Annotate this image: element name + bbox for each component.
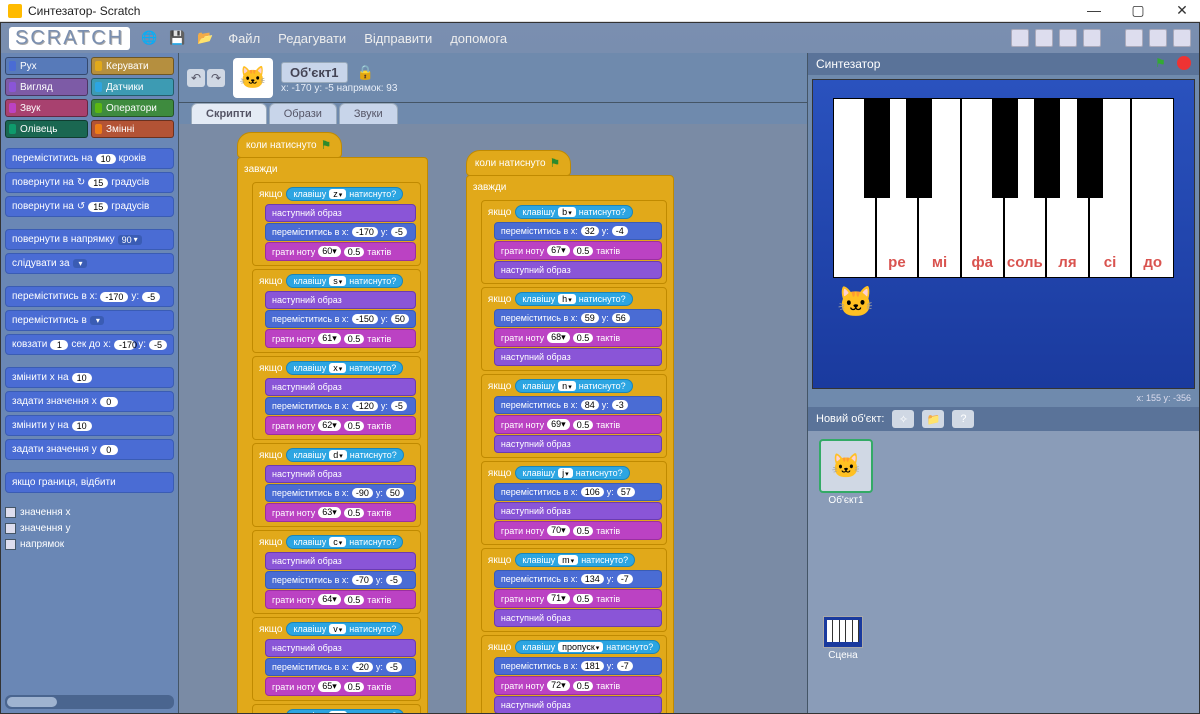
palette-scrollbar[interactable] <box>5 695 174 709</box>
redo-button[interactable]: ↷ <box>207 69 225 87</box>
app-icon <box>8 4 22 18</box>
block-change-y[interactable]: змінити y на10 <box>5 415 174 436</box>
cat-motion[interactable]: Рух <box>5 57 88 75</box>
block-glide[interactable]: ковзати1сек до x:-170y:-5 <box>5 334 174 355</box>
surprise-sprite-button[interactable]: ? <box>952 410 974 428</box>
block-change-x[interactable]: змінити x на10 <box>5 367 174 388</box>
lock-icon[interactable]: 🔒 <box>357 64 374 80</box>
reporter-dir[interactable]: напрямок <box>5 539 174 550</box>
cat-sound[interactable]: Звук <box>5 99 88 117</box>
cat-control[interactable]: Керувати <box>91 57 174 75</box>
block-follow[interactable]: слідувати за <box>5 253 174 274</box>
cat-operators[interactable]: Оператори <box>91 99 174 117</box>
save-icon[interactable]: 💾 <box>168 29 186 47</box>
block-goto-xy[interactable]: переміститись в x:-170y:-5 <box>5 286 174 307</box>
maximize-button[interactable]: ▢ <box>1128 2 1148 19</box>
view-large[interactable] <box>1173 29 1191 47</box>
block-set-x[interactable]: задати значення x0 <box>5 391 174 412</box>
script-stack-right[interactable]: коли натиснуто ⚑завждиякщо клавішу b нат… <box>466 150 674 705</box>
tool-1[interactable] <box>1011 29 1029 47</box>
new-object-label: Новий об'єкт: <box>816 413 884 425</box>
reporter-x[interactable]: значення x <box>5 507 174 518</box>
tool-2[interactable] <box>1035 29 1053 47</box>
globe-icon[interactable]: 🌐 <box>140 29 158 47</box>
view-medium[interactable] <box>1149 29 1167 47</box>
paint-sprite-button[interactable]: ✧ <box>892 410 914 428</box>
open-icon[interactable]: 📂 <box>196 29 214 47</box>
block-move[interactable]: переміститись на10кроків <box>5 148 174 169</box>
scene-item[interactable]: Сцена <box>816 616 870 661</box>
tab-scripts[interactable]: Скрипти <box>191 103 267 124</box>
view-small[interactable] <box>1125 29 1143 47</box>
block-bounce[interactable]: якщо границя, відбити <box>5 472 174 493</box>
mouse-coords: x: 155 y: -356 <box>808 393 1199 407</box>
tool-4[interactable] <box>1083 29 1101 47</box>
block-palette: переміститись на10кроків повернути на↻15… <box>5 148 174 709</box>
cat-sensing[interactable]: Датчики <box>91 78 174 96</box>
cat-sprite[interactable]: 🐱 <box>837 285 874 320</box>
scripts-area[interactable]: коли натиснуто ⚑завждиякщо клавішу z нат… <box>179 124 807 713</box>
block-point[interactable]: повернути в напрямку90 <box>5 229 174 250</box>
cat-pen[interactable]: Олівець <box>5 120 88 138</box>
sprite-name[interactable]: Об'єкт1 <box>281 62 348 83</box>
close-button[interactable]: ✕ <box>1172 2 1192 19</box>
cat-variables[interactable]: Змінні <box>91 120 174 138</box>
undo-button[interactable]: ↶ <box>187 69 205 87</box>
stage-title: Синтезатор <box>816 57 880 71</box>
sprite-info: x: -170 y: -5 напрямок: 93 <box>281 83 397 94</box>
script-stack-left[interactable]: коли натиснуто ⚑завждиякщо клавішу z нат… <box>237 132 428 705</box>
block-goto[interactable]: переміститись в <box>5 310 174 331</box>
tool-3[interactable] <box>1059 29 1077 47</box>
choose-sprite-button[interactable]: 📁 <box>922 410 944 428</box>
reporter-y[interactable]: значення y <box>5 523 174 534</box>
tab-costumes[interactable]: Образи <box>269 103 337 124</box>
block-set-y[interactable]: задати значення y0 <box>5 439 174 460</box>
menu-edit[interactable]: Редагувати <box>274 29 350 48</box>
menu-file[interactable]: Файл <box>224 29 264 48</box>
sprite-list: 🐱 Об'єкт1 Сцена <box>808 431 1199 713</box>
window-title: Синтезатор- Scratch <box>28 4 140 18</box>
cat-looks[interactable]: Вигляд <box>5 78 88 96</box>
menu-help[interactable]: допомога <box>446 29 511 48</box>
sprite-item[interactable]: 🐱 Об'єкт1 <box>816 439 876 506</box>
block-turn-r[interactable]: повернути на↻15градусів <box>5 172 174 193</box>
stage[interactable]: реміфасольлясідо 🐱 <box>812 79 1195 389</box>
scratch-logo: SCRATCH <box>9 27 130 50</box>
minimize-button[interactable]: — <box>1084 2 1104 19</box>
green-flag-button[interactable]: ⚑ <box>1155 56 1171 72</box>
sprite-thumbnail: 🐱 <box>233 58 273 98</box>
block-turn-l[interactable]: повернути на↺15градусів <box>5 196 174 217</box>
menu-share[interactable]: Відправити <box>360 29 436 48</box>
stop-button[interactable] <box>1177 56 1191 70</box>
tab-sounds[interactable]: Звуки <box>339 103 398 124</box>
